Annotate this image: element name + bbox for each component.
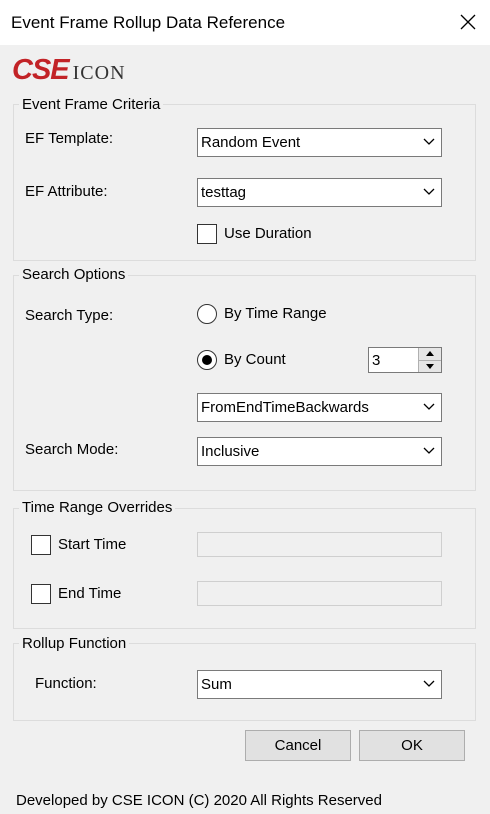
stepper-buttons: [418, 348, 441, 372]
by-time-range-radio[interactable]: [197, 304, 217, 324]
count-stepper[interactable]: 3: [368, 347, 442, 373]
close-icon: [460, 14, 476, 30]
spin-up-icon: [426, 351, 434, 357]
end-time-field[interactable]: [197, 581, 442, 606]
chevron-down-icon: [423, 680, 435, 687]
end-time-checkbox[interactable]: [31, 584, 51, 604]
spin-down-icon: [426, 363, 434, 369]
search-options-legend: Search Options: [19, 266, 129, 283]
function-select[interactable]: Sum: [197, 670, 442, 699]
search-mode-value: Inclusive: [201, 443, 260, 460]
start-time-label: Start Time: [58, 536, 127, 553]
chevron-down-icon: [423, 447, 435, 454]
ef-template-label: EF Template:: [25, 130, 114, 147]
window-title: Event Frame Rollup Data Reference: [11, 13, 286, 32]
spin-up-button[interactable]: [419, 348, 441, 360]
end-time-label: End Time: [58, 585, 122, 602]
search-mode-select[interactable]: Inclusive: [197, 437, 442, 466]
chevron-down-icon: [423, 138, 435, 145]
chevron-down-icon: [423, 188, 435, 195]
function-label: Function:: [35, 675, 97, 692]
radio-selected-dot: [202, 355, 212, 365]
use-duration-checkbox[interactable]: [197, 224, 217, 244]
rollup-function-legend: Rollup Function: [19, 635, 130, 652]
logo: CSE ICON: [12, 54, 126, 86]
ef-template-value: Random Event: [201, 134, 301, 151]
time-overrides-legend: Time Range Overrides: [19, 499, 176, 516]
by-time-range-label: By Time Range: [224, 305, 327, 322]
ef-attribute-select[interactable]: testtag: [197, 178, 442, 207]
ef-attribute-value: testtag: [201, 184, 247, 201]
by-count-radio[interactable]: [197, 350, 217, 370]
function-value: Sum: [201, 676, 232, 693]
time-overrides-group: [13, 508, 476, 629]
search-mode-label: Search Mode:: [25, 441, 119, 458]
cancel-button[interactable]: Cancel: [245, 730, 351, 761]
use-duration-label: Use Duration: [224, 225, 312, 242]
start-time-checkbox[interactable]: [31, 535, 51, 555]
spin-down-button[interactable]: [419, 359, 441, 372]
logo-brand: CSE: [12, 54, 70, 86]
start-time-field[interactable]: [197, 532, 442, 557]
search-direction-select[interactable]: FromEndTimeBackwards: [197, 393, 442, 422]
logo-product: ICON: [72, 62, 126, 84]
search-direction-value: FromEndTimeBackwards: [201, 399, 369, 416]
ok-button[interactable]: OK: [359, 730, 465, 761]
footer-text: Developed by CSE ICON (C) 2020 All Right…: [16, 792, 382, 809]
ef-criteria-legend: Event Frame Criteria: [19, 96, 164, 113]
count-value[interactable]: 3: [369, 352, 418, 369]
close-button[interactable]: [453, 6, 483, 38]
by-count-label: By Count: [224, 351, 286, 368]
search-type-label: Search Type:: [25, 307, 114, 324]
chevron-down-icon: [423, 403, 435, 410]
ef-template-select[interactable]: Random Event: [197, 128, 442, 157]
ef-attribute-label: EF Attribute:: [25, 183, 108, 200]
